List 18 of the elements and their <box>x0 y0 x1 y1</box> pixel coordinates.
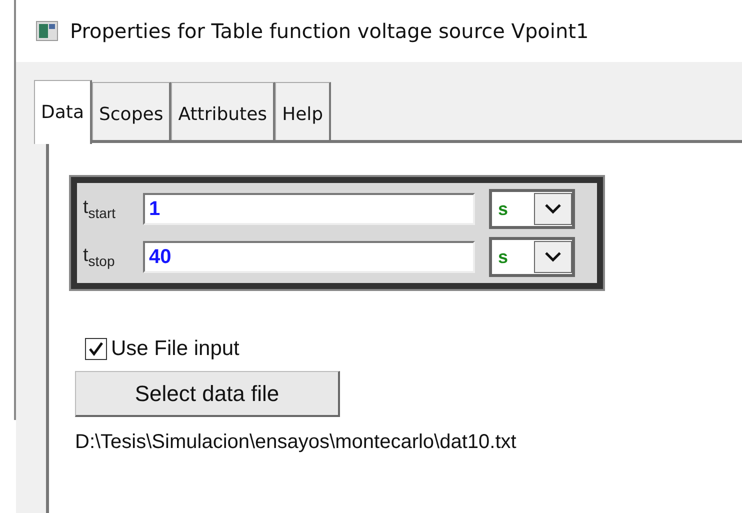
tab[interactable]: Data <box>34 80 92 144</box>
window-icon <box>36 21 58 41</box>
parameter-label: t$_{start}$ <box>83 197 117 221</box>
tab[interactable]: Help <box>275 82 332 140</box>
checkmark-icon <box>88 341 104 357</box>
chevron-down-icon <box>544 203 562 215</box>
value-field[interactable]: 40 <box>143 241 475 273</box>
parameter-label: t$_{stop}$ <box>83 245 116 269</box>
unit-dropdown[interactable]: s <box>489 237 575 277</box>
chevron-down-icon <box>544 251 562 263</box>
unit-dropdown[interactable]: s <box>489 189 575 229</box>
file-path: D:\Tesis\Simulacion\ensayos\montecarlo\dat10.txt <box>75 431 516 454</box>
window-title: Properties for Table function voltage source Vpoint1 <box>70 19 589 43</box>
use-file-input-checkbox[interactable]: Use File input <box>85 337 240 361</box>
value-field[interactable]: 1 <box>143 193 475 225</box>
tab[interactable]: Attributes <box>171 82 276 140</box>
tab[interactable]: Scopes <box>92 82 172 140</box>
select-file-button[interactable]: Select data file <box>75 371 340 417</box>
